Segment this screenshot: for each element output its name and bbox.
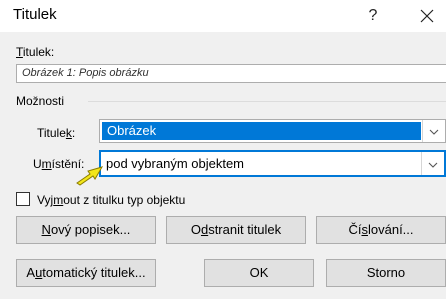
exclude-label-checkbox[interactable] — [16, 192, 30, 206]
ok-button[interactable]: OK — [204, 259, 314, 287]
caption-input[interactable]: Obrázek 1: Popis obrázku — [16, 64, 446, 83]
position-select[interactable]: pod vybraným objektem — [99, 150, 446, 177]
close-button[interactable] — [408, 0, 446, 32]
close-icon — [420, 9, 434, 23]
label-type-label: Titulek: — [37, 126, 76, 140]
exclude-label-text: Vyjmout z titulku typ objektu — [37, 193, 186, 207]
position-value: pod vybraným objektem — [106, 156, 245, 171]
annotation-arrow-icon — [76, 166, 104, 186]
group-divider — [88, 101, 446, 102]
autocaption-button[interactable]: Automatický titulek... — [16, 259, 156, 287]
numbering-button[interactable]: Číslování... — [316, 216, 446, 244]
help-button[interactable]: ? — [355, 0, 391, 32]
label-type-select[interactable]: Obrázek — [99, 119, 446, 143]
title-bar: Titulek ? — [0, 0, 446, 32]
label-type-value: Obrázek — [102, 122, 421, 140]
caption-label: Titulek: — [16, 45, 55, 59]
dialog-title: Titulek — [13, 6, 57, 23]
chevron-down-icon[interactable] — [421, 152, 444, 175]
delete-label-button[interactable]: Odstranit titulek — [166, 216, 306, 244]
caption-dialog: Titulek ? Titulek: Obrázek 1: Popis obrá… — [0, 0, 446, 299]
options-group-label: Možnosti — [16, 94, 65, 108]
cancel-button[interactable]: Storno — [326, 259, 446, 287]
new-label-button[interactable]: Nový popisek... — [16, 216, 156, 244]
chevron-down-icon[interactable] — [422, 120, 445, 142]
